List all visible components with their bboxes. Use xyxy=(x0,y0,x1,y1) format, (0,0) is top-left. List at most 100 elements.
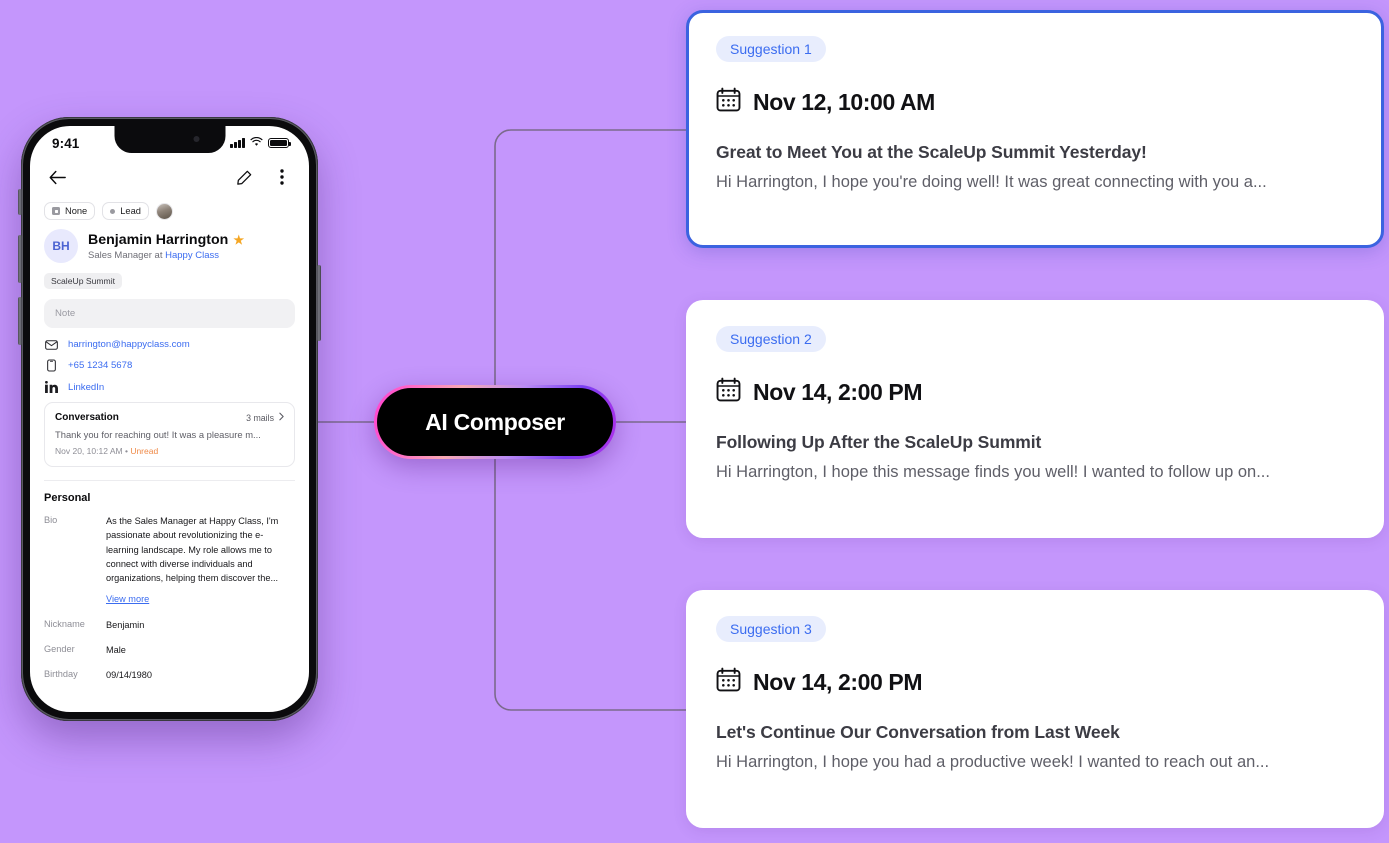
conversation-status: Unread xyxy=(130,446,159,456)
phone-nav-bar xyxy=(30,160,309,192)
dot-icon xyxy=(110,208,116,214)
phone-notch xyxy=(114,126,225,153)
phone-icon xyxy=(44,359,58,372)
contact-tag[interactable]: ScaleUp Summit xyxy=(44,273,122,289)
suggestion-badge: Suggestion 3 xyxy=(716,616,826,642)
contact-email: harrington@happyclass.com xyxy=(68,339,190,350)
contact-email-row[interactable]: harrington@happyclass.com xyxy=(44,339,295,350)
personal-field-nickname-key: Nickname xyxy=(44,618,85,629)
suggestion-card-3[interactable]: Suggestion 3 Nov 14, 2:00 PM Let's Conti… xyxy=(686,590,1384,828)
ai-composer-button[interactable]: AI Composer xyxy=(374,385,616,459)
phone-silent-switch[interactable] xyxy=(18,189,22,215)
suggestion-card-2[interactable]: Suggestion 2 Nov 14, 2:00 PM Following U… xyxy=(686,300,1384,538)
contact-name: Benjamin Harrington xyxy=(88,231,229,248)
wifi-icon xyxy=(250,134,263,152)
contact-role-at: at xyxy=(154,249,163,261)
suggestion-date: Nov 14, 2:00 PM xyxy=(753,668,923,695)
phone-volume-up-button[interactable] xyxy=(18,235,22,283)
conversation-separator: • xyxy=(124,446,128,456)
phone-screen: 9:41 None Lead BH Benjamin Harrington ★ … xyxy=(30,126,309,712)
note-placeholder: Note xyxy=(55,308,76,319)
conversation-snippet: Thank you for reaching out! It was a ple… xyxy=(55,429,261,440)
contact-header: BH Benjamin Harrington ★ Sales Manager a… xyxy=(44,229,295,263)
suggestion-card-1[interactable]: Suggestion 1 Nov 12, 10:00 AM Great to M… xyxy=(686,10,1384,248)
linkedin-icon xyxy=(44,381,58,393)
personal-section-title: Personal xyxy=(44,492,91,504)
ai-composer-inner: AI Composer xyxy=(377,388,613,456)
cellular-bars-icon xyxy=(230,138,245,148)
front-camera-icon xyxy=(193,136,199,142)
personal-field-birthday-key: Birthday xyxy=(44,669,78,679)
contact-status-chips: None Lead xyxy=(44,202,295,220)
conversation-count: 3 mails xyxy=(246,412,274,423)
suggestion-date-row: Nov 12, 10:00 AM xyxy=(716,87,1354,117)
contact-detail-body: None Lead BH Benjamin Harrington ★ Sales… xyxy=(30,192,309,682)
suggestion-date-row: Nov 14, 2:00 PM xyxy=(716,377,1354,407)
contact-role-title: Sales Manager xyxy=(88,249,152,261)
bio-text: As the Sales Manager at Happy Class, I'm… xyxy=(106,516,279,583)
conversation-footer: Nov 20, 10:12 AM • Unread xyxy=(55,446,284,456)
personal-field-nickname-value: Benjamin xyxy=(106,619,145,630)
personal-field-bio-value: As the Sales Manager at Happy Class, I'm… xyxy=(106,514,295,607)
ai-composer-label: AI Composer xyxy=(425,408,565,435)
personal-field-birthday-value: 09/14/1980 xyxy=(106,670,152,680)
status-bar-time: 9:41 xyxy=(52,135,80,151)
contact-name-row: Benjamin Harrington ★ xyxy=(88,232,244,248)
chip-lead-label: Lead xyxy=(120,206,141,216)
avatar: BH xyxy=(44,229,78,263)
conversation-meta: 3 mails xyxy=(246,412,284,423)
calendar-icon xyxy=(716,377,741,407)
calendar-icon xyxy=(716,87,741,117)
personal-field-bio-key: Bio xyxy=(44,515,58,525)
square-status-icon xyxy=(52,207,60,215)
suggestion-preview: Hi Harrington, I hope you're doing well!… xyxy=(716,173,1267,191)
connector-composer-to-card1 xyxy=(494,129,686,385)
suggestion-badge: Suggestion 2 xyxy=(716,326,826,352)
conversation-title: Conversation xyxy=(55,412,119,423)
personal-field-gender-value: Male xyxy=(106,644,126,655)
contact-role: Sales Manager at Happy Class xyxy=(88,250,244,261)
status-bar-icons xyxy=(230,134,291,152)
chip-none-label: None xyxy=(65,206,88,216)
suggestion-preview: Hi Harrington, I hope this message finds… xyxy=(716,463,1270,481)
section-divider xyxy=(44,480,295,481)
conversation-card[interactable]: Conversation 3 mails Thank you for reach… xyxy=(44,402,295,467)
envelope-icon xyxy=(44,339,58,350)
conversation-header: Conversation 3 mails xyxy=(55,412,284,423)
pencil-edit-icon[interactable] xyxy=(233,166,255,188)
suggestion-date: Nov 14, 2:00 PM xyxy=(753,378,923,405)
back-arrow-icon[interactable] xyxy=(46,166,68,188)
more-vertical-icon[interactable] xyxy=(271,166,293,188)
suggestion-badge: Suggestion 1 xyxy=(716,36,826,62)
contact-phone-row[interactable]: +65 1234 5678 xyxy=(44,359,295,372)
contact-phone: +65 1234 5678 xyxy=(68,360,133,371)
phone-power-button[interactable] xyxy=(317,265,321,341)
star-icon[interactable]: ★ xyxy=(233,233,244,247)
calendar-icon xyxy=(716,667,741,697)
suggestion-subject: Great to Meet You at the ScaleUp Summit … xyxy=(716,142,1147,162)
view-more-link[interactable]: View more xyxy=(106,592,149,606)
personal-field-gender-key: Gender xyxy=(44,643,75,654)
suggestion-date-row: Nov 14, 2:00 PM xyxy=(716,667,1354,697)
suggestion-subject: Following Up After the ScaleUp Summit xyxy=(716,432,1042,452)
suggestion-preview: Hi Harrington, I hope you had a producti… xyxy=(716,753,1270,771)
suggestion-subject: Let's Continue Our Conversation from Las… xyxy=(716,722,1120,742)
contact-photo-icon[interactable] xyxy=(155,202,173,220)
personal-field-birthday: Birthday 09/14/1980 xyxy=(44,668,295,682)
battery-icon xyxy=(268,137,291,149)
conversation-date: Nov 20, 10:12 AM xyxy=(55,446,123,456)
contact-linkedin: LinkedIn xyxy=(68,381,105,393)
personal-field-gender: Gender Male xyxy=(44,643,295,657)
phone-volume-down-button[interactable] xyxy=(18,297,22,345)
chip-lead[interactable]: Lead xyxy=(102,202,149,220)
chevron-right-icon xyxy=(279,412,284,423)
connector-composer-to-card3 xyxy=(494,459,686,711)
contact-linkedin-row[interactable]: LinkedIn xyxy=(44,381,295,393)
note-input[interactable]: Note xyxy=(44,299,295,328)
phone-mockup: 9:41 None Lead BH Benjamin Harrington ★ … xyxy=(18,117,321,721)
chip-none[interactable]: None xyxy=(44,202,96,220)
contact-company-link[interactable]: Happy Class xyxy=(165,250,219,261)
suggestion-date: Nov 12, 10:00 AM xyxy=(753,88,935,115)
personal-field-nickname: Nickname Benjamin xyxy=(44,618,295,632)
personal-field-bio: Bio As the Sales Manager at Happy Class,… xyxy=(44,514,295,607)
